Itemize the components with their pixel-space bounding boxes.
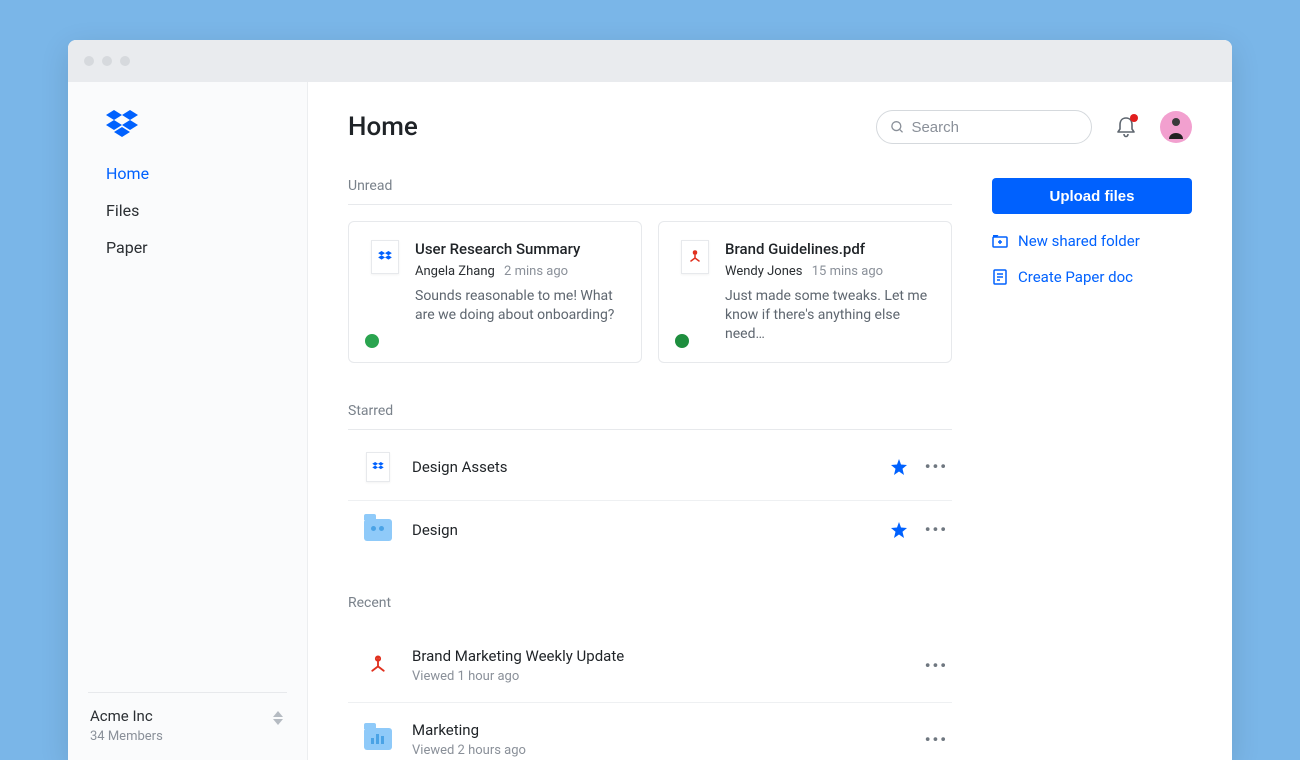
sidebar-item-files[interactable]: Files <box>106 201 307 220</box>
action-label: Create Paper doc <box>1018 268 1133 286</box>
star-icon[interactable] <box>891 522 907 538</box>
dropbox-file-icon <box>366 452 390 482</box>
recent-title: Brand Marketing Weekly Update <box>412 647 907 665</box>
search-input[interactable] <box>911 119 1077 136</box>
topbar: Home <box>348 110 1192 144</box>
new-shared-folder-link[interactable]: New shared folder <box>992 232 1192 250</box>
more-menu-button[interactable]: ••• <box>925 656 948 675</box>
unread-title: User Research Summary <box>415 240 623 258</box>
window-control-close[interactable] <box>84 56 94 66</box>
account-chevron-icon <box>273 711 283 725</box>
notifications-button[interactable] <box>1116 116 1136 138</box>
more-menu-button[interactable]: ••• <box>925 730 948 749</box>
recent-title: Marketing <box>412 721 907 739</box>
starred-title: Design Assets <box>412 458 873 476</box>
unread-card[interactable]: User Research Summary Angela Zhang 2 min… <box>348 221 642 363</box>
unread-message: Just made some tweaks. Let me know if th… <box>725 287 933 344</box>
unread-message: Sounds reasonable to me! What are we doi… <box>415 287 623 325</box>
user-avatar[interactable] <box>1160 111 1192 143</box>
unread-author: Wendy Jones <box>725 264 803 279</box>
pdf-file-icon <box>681 240 709 274</box>
notification-badge <box>1130 114 1138 122</box>
search-icon <box>891 120 903 134</box>
unread-author: Angela Zhang <box>415 264 495 279</box>
account-name: Acme Inc <box>90 707 287 725</box>
window-control-maximize[interactable] <box>120 56 130 66</box>
shared-folder-icon <box>992 233 1008 249</box>
unread-card[interactable]: Brand Guidelines.pdf Wendy Jones 15 mins… <box>658 221 952 363</box>
sidebar-nav: Home Files Paper <box>68 156 307 257</box>
upload-button[interactable]: Upload files <box>992 178 1192 214</box>
more-menu-button[interactable]: ••• <box>925 457 948 476</box>
author-avatar <box>673 332 691 350</box>
recent-row[interactable]: Brand Marketing Weekly Update Viewed 1 h… <box>348 629 952 703</box>
author-avatar <box>363 332 381 350</box>
dropbox-icon <box>106 110 138 138</box>
recent-subtitle: Viewed 2 hours ago <box>412 743 907 758</box>
sidebar-item-home[interactable]: Home <box>106 164 307 183</box>
main-content: Home <box>308 82 1232 760</box>
action-label: New shared folder <box>1018 232 1140 250</box>
search-box[interactable] <box>876 110 1092 144</box>
recent-list: Brand Marketing Weekly Update Viewed 1 h… <box>348 629 952 760</box>
section-recent-label: Recent <box>348 595 952 621</box>
sidebar-item-paper[interactable]: Paper <box>106 238 307 257</box>
more-menu-button[interactable]: ••• <box>925 520 948 539</box>
star-icon[interactable] <box>891 459 907 475</box>
unread-time: 15 mins ago <box>812 264 883 279</box>
account-switcher[interactable]: Acme Inc 34 Members <box>88 692 287 760</box>
starred-row[interactable]: Design Assets ••• <box>348 434 952 501</box>
dropbox-file-icon <box>371 240 399 274</box>
avatar-icon <box>1166 115 1186 139</box>
unread-title: Brand Guidelines.pdf <box>725 240 933 258</box>
starred-list: Design Assets ••• <box>348 434 952 559</box>
account-members: 34 Members <box>90 729 287 744</box>
recent-subtitle: Viewed 1 hour ago <box>412 669 907 684</box>
starred-row[interactable]: Design ••• <box>348 501 952 559</box>
shared-folder-icon <box>364 519 392 541</box>
paper-doc-icon <box>992 269 1008 285</box>
unread-cards: User Research Summary Angela Zhang 2 min… <box>348 221 952 363</box>
page-title: Home <box>348 112 418 142</box>
create-paper-doc-link[interactable]: Create Paper doc <box>992 268 1192 286</box>
actions-panel: Upload files New shared folder <box>992 178 1192 760</box>
window-titlebar <box>68 40 1232 82</box>
starred-title: Design <box>412 521 873 539</box>
app-logo[interactable] <box>68 82 307 156</box>
recent-row[interactable]: Marketing Viewed 2 hours ago ••• <box>348 703 952 760</box>
app-window: Home Files Paper Acme Inc 34 Members Hom… <box>68 40 1232 760</box>
pdf-file-icon <box>368 655 388 675</box>
section-unread-label: Unread <box>348 178 952 205</box>
folder-icon <box>364 728 392 750</box>
section-starred-label: Starred <box>348 403 952 430</box>
unread-time: 2 mins ago <box>504 264 568 279</box>
window-control-minimize[interactable] <box>102 56 112 66</box>
sidebar: Home Files Paper Acme Inc 34 Members <box>68 82 308 760</box>
